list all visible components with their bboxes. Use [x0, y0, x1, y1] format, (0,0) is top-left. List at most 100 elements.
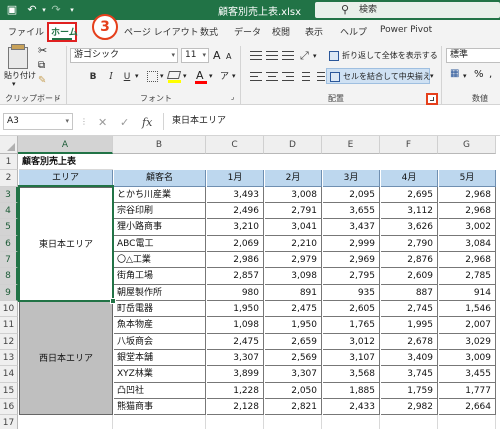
sales-value-cell[interactable]: 3,409 [381, 349, 438, 367]
sales-value-cell[interactable]: 2,790 [381, 235, 438, 252]
empty-cell[interactable] [323, 415, 380, 429]
customer-name-cell[interactable]: とかち川産業 [114, 186, 206, 203]
customer-name-cell[interactable]: ABC電工 [114, 235, 206, 252]
sales-value-cell[interactable]: 2,986 [207, 251, 264, 269]
row-header-1[interactable]: 1 [0, 154, 18, 171]
formula-bar-menu-icon[interactable]: ⋮ [80, 117, 88, 126]
column-header-g[interactable]: G [438, 136, 496, 154]
column-header-e[interactable]: E [322, 136, 380, 154]
sales-value-cell[interactable]: 2,745 [381, 300, 438, 318]
wrap-text-button[interactable]: 折り返して全体を表示する [326, 48, 438, 64]
sales-value-cell[interactable]: 2,821 [265, 398, 322, 416]
row-header-10[interactable]: 10 [0, 300, 18, 318]
tab-review[interactable]: 校閲 [272, 25, 290, 38]
center-align-icon[interactable] [266, 71, 278, 82]
row-header-7[interactable]: 7 [0, 251, 18, 269]
customer-name-cell[interactable]: 狸小路商事 [114, 219, 206, 236]
empty-cell[interactable] [19, 415, 113, 429]
empty-cell[interactable] [114, 415, 206, 429]
sales-value-cell[interactable]: 1,950 [265, 317, 322, 334]
row-header-9[interactable]: 9 [0, 284, 18, 301]
redo-icon[interactable]: ↷ [48, 2, 64, 18]
font-size-select[interactable]: 11 ▾ [181, 48, 209, 63]
sales-value-cell[interactable]: 3,041 [265, 219, 322, 236]
sales-value-cell[interactable]: 2,876 [381, 251, 438, 269]
sheet-title-cell[interactable]: 顧客別売上表 [19, 154, 113, 171]
sales-value-cell[interactable]: 2,433 [323, 398, 380, 416]
row-header-3[interactable]: 3 [0, 186, 18, 203]
increase-indent-icon[interactable] [313, 71, 325, 82]
sales-value-cell[interactable]: 2,050 [265, 382, 322, 399]
name-box[interactable]: A3 ▾ [3, 113, 73, 130]
sales-value-cell[interactable]: 2,979 [265, 251, 322, 269]
tab-power-pivot[interactable]: Power Pivot [380, 25, 432, 35]
tab-formulas[interactable]: 数式 [200, 25, 218, 38]
merge-center-button[interactable]: セルを結合して中央揃え [326, 68, 431, 84]
fill-color-icon[interactable] [166, 71, 182, 79]
cut-icon[interactable]: ✂ [38, 44, 47, 57]
sales-value-cell[interactable]: 1,950 [207, 300, 264, 318]
sales-value-cell[interactable]: 2,791 [265, 202, 322, 220]
fill-handle[interactable] [110, 298, 116, 304]
number-format-select[interactable]: 標準 [446, 48, 500, 63]
sales-value-cell[interactable]: 1,885 [323, 382, 380, 399]
customer-name-cell[interactable]: 凸凹社 [114, 382, 206, 399]
tab-home[interactable]: ホーム [51, 25, 78, 38]
header-cell[interactable]: 1月 [207, 170, 264, 187]
row-header-8[interactable]: 8 [0, 268, 18, 285]
row-header-5[interactable]: 5 [0, 219, 18, 236]
quick-access-customize-icon[interactable]: ▾ [64, 2, 80, 18]
italic-button[interactable]: I [105, 70, 117, 85]
header-cell[interactable]: 顧客名 [114, 170, 206, 187]
sales-value-cell[interactable]: 2,795 [323, 268, 380, 285]
customer-name-cell[interactable]: 宗谷印刷 [114, 202, 206, 220]
sales-value-cell[interactable]: 887 [381, 284, 438, 301]
bottom-align-icon[interactable] [282, 50, 294, 61]
sales-value-cell[interactable]: 2,069 [207, 235, 264, 252]
row-header-4[interactable]: 4 [0, 202, 18, 220]
column-header-f[interactable]: F [380, 136, 438, 154]
sales-value-cell[interactable]: 1,759 [381, 382, 438, 399]
sales-value-cell[interactable]: 3,002 [439, 219, 496, 236]
row-header-6[interactable]: 6 [0, 235, 18, 252]
percent-style-icon[interactable]: % [474, 69, 484, 80]
header-cell[interactable]: 3月 [323, 170, 380, 187]
row-header-2[interactable]: 2 [0, 170, 18, 187]
merge-dropdown-icon[interactable]: ▾ [430, 72, 434, 80]
border-dropdown-icon[interactable]: ▾ [160, 72, 164, 80]
sales-value-cell[interactable]: 3,437 [323, 219, 380, 236]
alignment-dialog-launcher-icon[interactable] [426, 93, 438, 105]
left-align-icon[interactable] [250, 71, 262, 82]
empty-cell[interactable] [381, 415, 438, 429]
customer-name-cell[interactable]: 街角工場 [114, 268, 206, 285]
search-box[interactable]: ⚲ 検索 [315, 2, 500, 18]
column-header-d[interactable]: D [264, 136, 322, 154]
font-name-select[interactable]: 游ゴシック ▾ [70, 48, 178, 63]
copy-icon[interactable]: ⧉ [38, 60, 45, 71]
format-painter-icon[interactable]: ✎ [38, 75, 46, 86]
sales-value-cell[interactable]: 3,626 [381, 219, 438, 236]
sales-value-cell[interactable]: 2,968 [439, 251, 496, 269]
sales-value-cell[interactable]: 2,605 [323, 300, 380, 318]
bold-button[interactable]: B [87, 70, 99, 85]
sales-value-cell[interactable]: 2,968 [439, 186, 496, 203]
sales-value-cell[interactable]: 2,007 [439, 317, 496, 334]
sales-value-cell[interactable]: 2,569 [265, 349, 322, 367]
row-header-13[interactable]: 13 [0, 349, 18, 367]
customer-name-cell[interactable]: 魚本物産 [114, 317, 206, 334]
select-all-corner[interactable] [0, 136, 18, 154]
sales-value-cell[interactable]: 3,745 [381, 366, 438, 383]
sales-value-cell[interactable]: 1,098 [207, 317, 264, 334]
customer-name-cell[interactable]: 八坂商会 [114, 333, 206, 350]
row-header-12[interactable]: 12 [0, 333, 18, 350]
sales-value-cell[interactable]: 1,546 [439, 300, 496, 318]
insert-function-icon[interactable]: fx [142, 116, 152, 129]
paste-icon[interactable] [8, 47, 28, 69]
sales-value-cell[interactable]: 935 [323, 284, 380, 301]
sales-value-cell[interactable]: 3,568 [323, 366, 380, 383]
sales-value-cell[interactable]: 2,785 [439, 268, 496, 285]
sales-value-cell[interactable]: 2,664 [439, 398, 496, 416]
right-align-icon[interactable] [282, 71, 294, 82]
paste-dropdown-icon[interactable]: ▾ [12, 80, 16, 88]
customer-name-cell[interactable]: 朝屋製作所 [114, 284, 206, 301]
